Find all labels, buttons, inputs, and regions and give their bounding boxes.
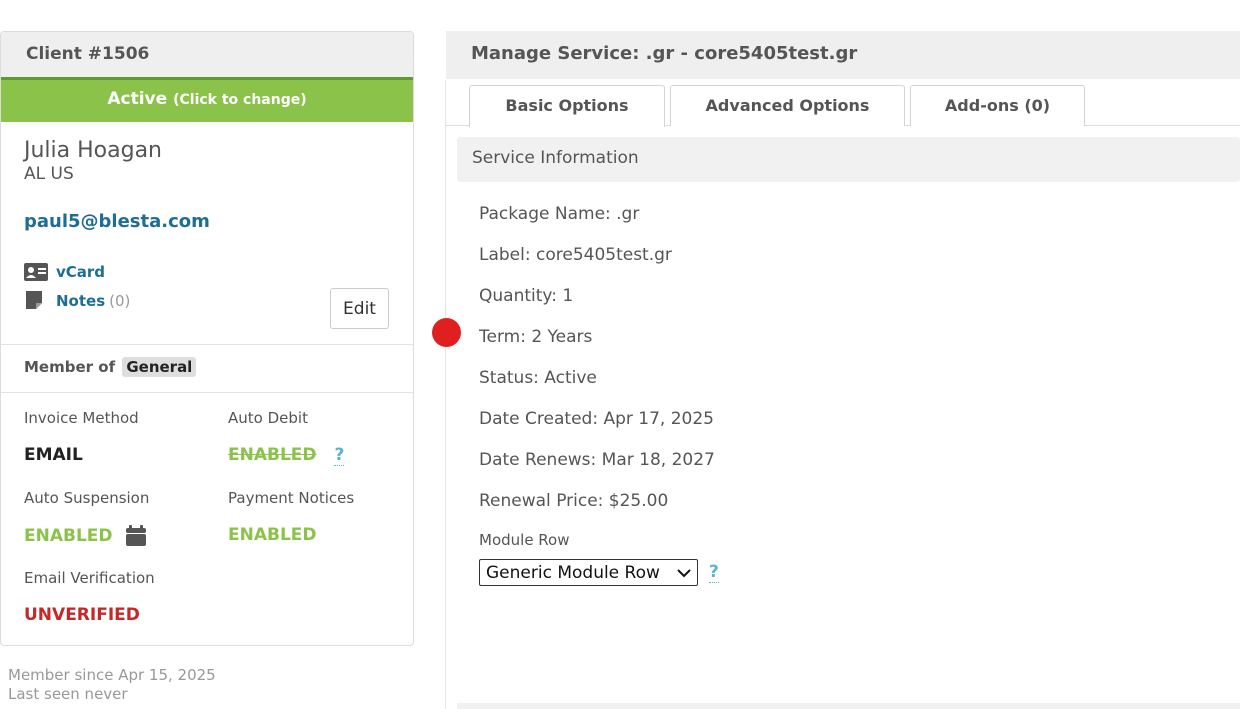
service-information-heading: Service Information (457, 137, 1240, 182)
tab-advanced-options[interactable]: Advanced Options (670, 85, 905, 126)
member-of: Member of General (24, 357, 197, 377)
vcard-row: vCard (24, 263, 105, 281)
module-row-label: Module Row (479, 531, 570, 549)
info-date-renews: Date Renews: Mar 18, 2027 (479, 450, 715, 470)
email-verification-value: UNVERIFIED (24, 605, 140, 625)
info-date-created: Date Created: Apr 17, 2025 (479, 409, 714, 429)
client-status-hint: (Click to change) (173, 92, 307, 108)
client-status: Active (107, 89, 168, 109)
module-row-selected: Generic Module Row (486, 562, 660, 583)
invoice-method-value: EMAIL (24, 445, 83, 465)
info-package-name: Package Name: .gr (479, 204, 640, 224)
client-name: Julia Hoagan (24, 138, 163, 163)
client-status-toggle[interactable]: Active (Click to change) (1, 80, 413, 122)
notes-count: (0) (109, 292, 131, 310)
sticky-note-icon (26, 291, 42, 309)
client-title: Client #1506 (1, 32, 413, 80)
auto-debit-field: ENABLED ? (228, 445, 345, 466)
info-status: Status: Active (479, 368, 597, 388)
info-label: Label: core5405test.gr (479, 245, 672, 265)
auto-debit-label: Auto Debit (228, 409, 308, 427)
last-seen: Last seen never (8, 685, 128, 703)
info-quantity: Quantity: 1 (479, 286, 574, 306)
client-email-link[interactable]: paul5@blesta.com (24, 211, 210, 232)
module-row-help-icon[interactable]: ? (709, 562, 719, 583)
member-since: Member since Apr 15, 2025 (8, 666, 216, 684)
notes-link[interactable]: Notes (56, 292, 105, 310)
payment-notices-label: Payment Notices (228, 489, 355, 507)
auto-suspension-value: ENABLED (24, 525, 113, 546)
vcard-link[interactable]: vCard (56, 263, 105, 281)
client-card: Client #1506 Active (Click to change) Ju… (0, 31, 414, 646)
auto-debit-help-icon[interactable]: ? (334, 445, 345, 466)
auto-suspension-field: ENABLED (24, 525, 146, 546)
auto-debit-value: ENABLED (228, 445, 317, 465)
group-badge[interactable]: General (122, 357, 197, 377)
calendar-icon[interactable] (125, 525, 146, 546)
service-title: Manage Service: .gr - core5405test.gr (446, 31, 1240, 79)
chevron-down-icon (677, 568, 691, 577)
invoice-method-label: Invoice Method (24, 409, 139, 427)
auto-suspension-label: Auto Suspension (24, 489, 150, 507)
email-verification-label: Email Verification (24, 569, 155, 587)
info-renewal-price: Renewal Price: $25.00 (479, 491, 669, 511)
panel-separator (445, 80, 446, 709)
client-location: AL US (24, 164, 74, 184)
member-of-label: Member of (24, 358, 116, 376)
cursor-marker (432, 318, 461, 347)
edit-client-button[interactable]: Edit (330, 288, 389, 329)
module-row-select[interactable]: Generic Module Row (479, 559, 698, 586)
tab-add-ons[interactable]: Add-ons (0) (910, 85, 1085, 126)
payment-notices-value: ENABLED (228, 525, 317, 545)
notes-row: Notes (0) (24, 291, 130, 311)
divider (1, 344, 413, 345)
next-section-heading (457, 703, 1240, 709)
divider (1, 392, 413, 393)
info-term: Term: 2 Years (479, 327, 593, 347)
vcard-icon (24, 263, 48, 281)
tab-basic-options[interactable]: Basic Options (469, 85, 665, 127)
